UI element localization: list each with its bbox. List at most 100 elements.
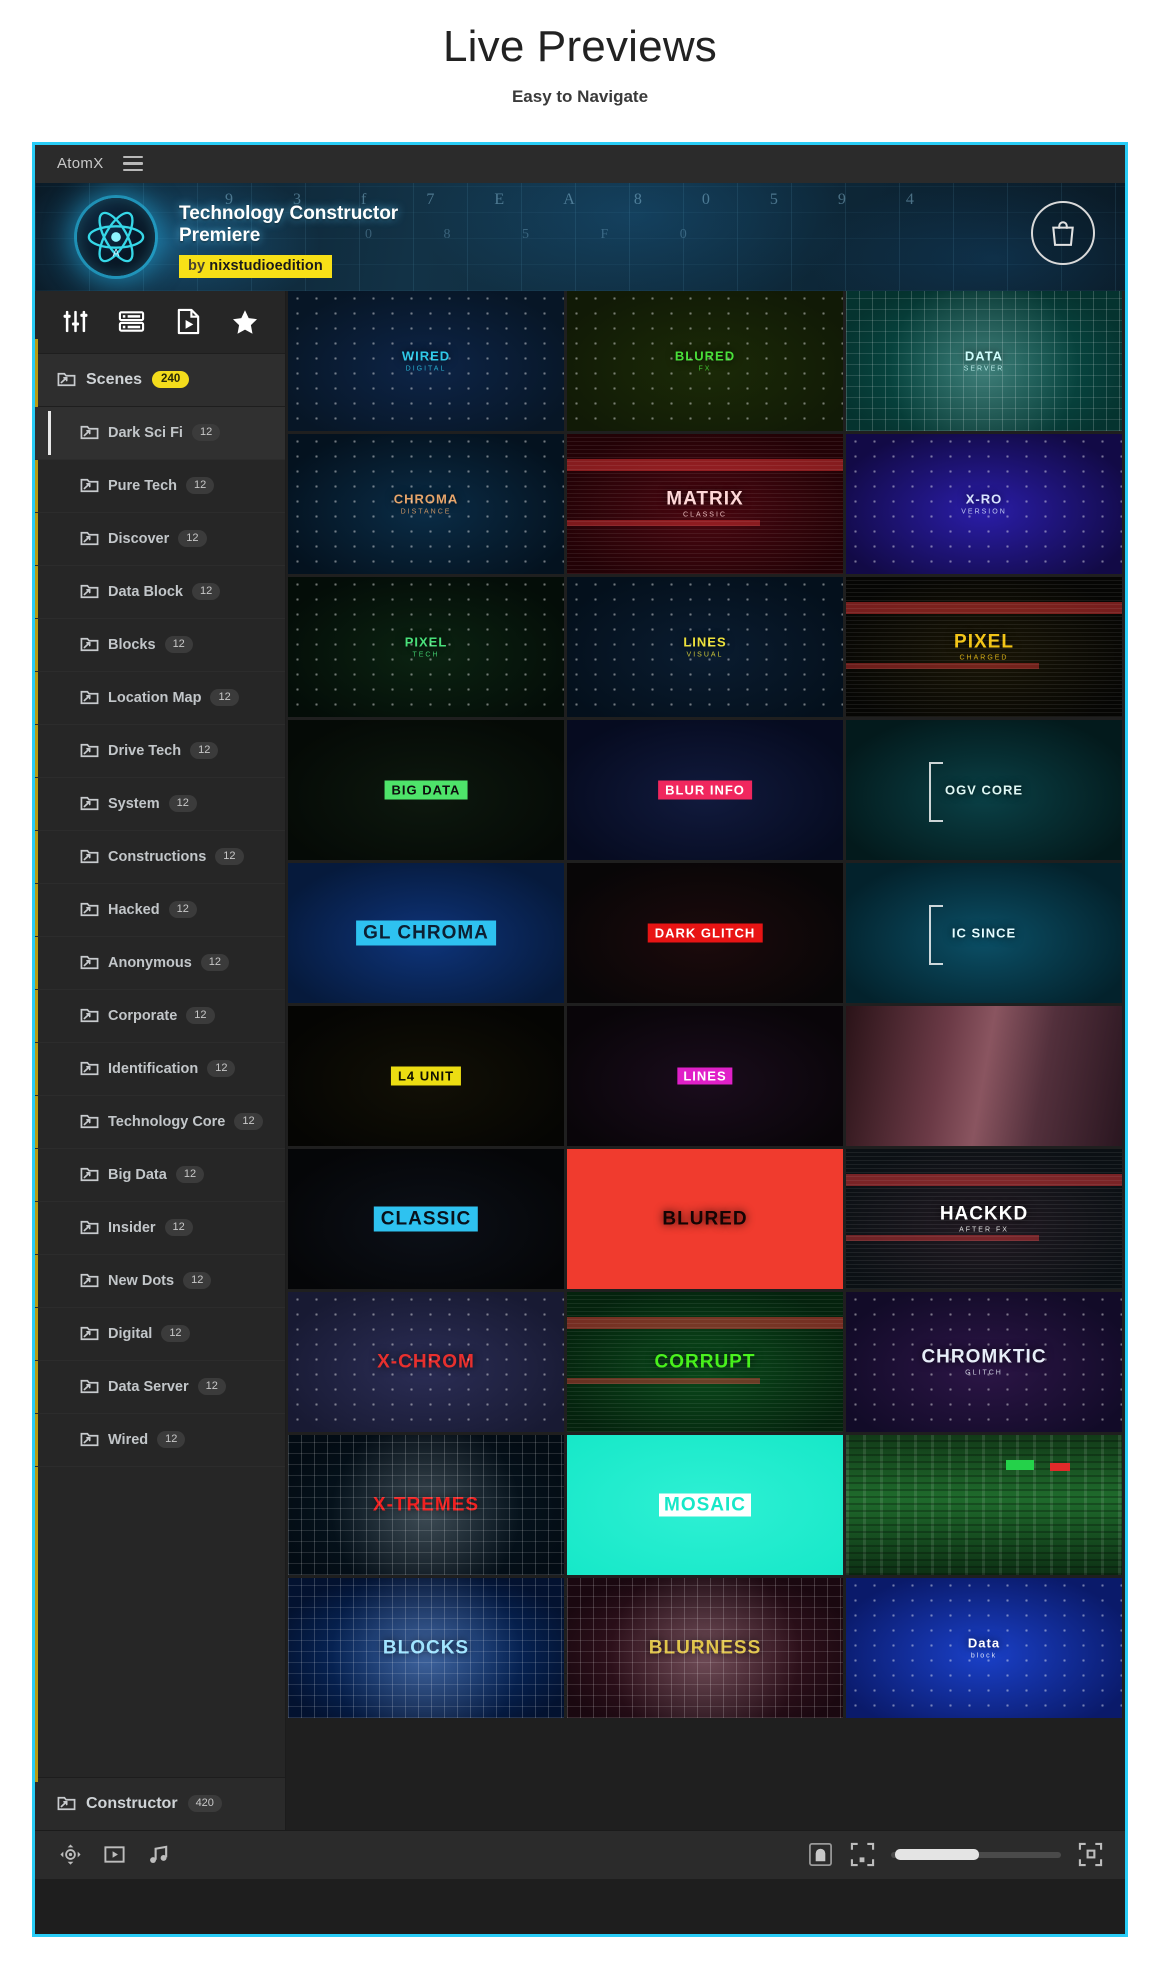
sidebar-item-constructions[interactable]: Constructions 12: [35, 831, 285, 884]
preview-thumbnail[interactable]: [846, 1434, 1122, 1575]
preview-thumbnail[interactable]: L4 UNIT: [288, 1005, 564, 1146]
page-header: Live Previews Easy to Navigate: [0, 0, 1160, 107]
preview-label: IC SINCE: [952, 926, 1016, 939]
sidebar-item-corporate[interactable]: Corporate 12: [35, 990, 285, 1043]
folder-share-icon: [80, 583, 99, 600]
category-label: Big Data: [108, 1166, 167, 1183]
hamburger-menu-icon[interactable]: [122, 155, 143, 172]
preview-thumbnail[interactable]: WIRED DIGITAL: [288, 290, 564, 431]
preview-thumbnail[interactable]: MOSAIC: [567, 1434, 843, 1575]
sidebar-item-system[interactable]: System 12: [35, 778, 285, 831]
thumbnail-size-slider[interactable]: [891, 1848, 1061, 1860]
preview-thumbnail[interactable]: BLUR INFO: [567, 719, 843, 860]
preview-label: HACKKD AFTER FX: [940, 1204, 1028, 1233]
preview-thumbnail[interactable]: IC SINCE: [846, 862, 1122, 1003]
preview-title: DATA: [964, 348, 1004, 364]
sidebar-item-blocks[interactable]: Blocks 12: [35, 619, 285, 672]
app-body: Scenes 240 Dark Sci Fi 12 Pure Tech 12 Disco…: [35, 290, 1125, 1830]
category-count-badge: 12: [190, 742, 219, 760]
sidebar-item-data-block[interactable]: Data Block 12: [35, 566, 285, 619]
play-box-icon[interactable]: [101, 1842, 127, 1868]
preview-thumbnail[interactable]: MATRIX CLASSIC: [567, 433, 843, 574]
preview-thumbnail[interactable]: X-CHROM: [288, 1291, 564, 1432]
preview-thumbnail[interactable]: OGV CORE: [846, 719, 1122, 860]
sidebar-item-anonymous[interactable]: Anonymous 12: [35, 937, 285, 990]
category-label: Identification: [108, 1060, 199, 1077]
preview-thumbnail[interactable]: PIXEL CHARGED: [846, 576, 1122, 717]
preview-thumbnail[interactable]: CORRUPT: [567, 1291, 843, 1432]
preview-title: HACKKD: [939, 1203, 1029, 1225]
grid-size-icon[interactable]: [1077, 1842, 1103, 1868]
preview-subtitle: FX: [698, 365, 712, 373]
sidebar-item-technology-core[interactable]: Technology Core 12: [35, 1096, 285, 1149]
sidebar-section-constructor[interactable]: Constructor 420: [35, 1776, 285, 1830]
preview-thumbnail[interactable]: CLASSIC: [288, 1148, 564, 1289]
category-label: Pure Tech: [108, 477, 178, 494]
sliders-icon[interactable]: [58, 305, 92, 339]
media-file-icon[interactable]: [171, 305, 205, 339]
preview-thumbnail[interactable]: Data block: [846, 1577, 1122, 1718]
bag-preview-icon[interactable]: [807, 1842, 833, 1868]
sidebar-item-data-server[interactable]: Data Server 12: [35, 1361, 285, 1414]
sidebar-item-hacked[interactable]: Hacked 12: [35, 884, 285, 937]
category-label: Constructions: [108, 848, 207, 865]
category-label: Insider: [108, 1219, 156, 1236]
preview-thumbnail[interactable]: BLURNESS: [567, 1577, 843, 1718]
preview-thumbnail[interactable]: GL CHROMA: [288, 862, 564, 1003]
sidebar-item-pure-tech[interactable]: Pure Tech 12: [35, 460, 285, 513]
category-label: Drive Tech: [108, 742, 182, 759]
preview-thumbnail[interactable]: HACKKD AFTER FX: [846, 1148, 1122, 1289]
author-badge-prefix: by: [188, 257, 206, 274]
sidebar-section-scenes[interactable]: Scenes 240: [35, 352, 285, 407]
sidebar-item-drive-tech[interactable]: Drive Tech 12: [35, 725, 285, 778]
sidebar-item-identification[interactable]: Identification 12: [35, 1043, 285, 1096]
category-count-badge: 12: [161, 1325, 190, 1343]
sidebar-item-wired[interactable]: Wired 12: [35, 1414, 285, 1467]
music-note-icon[interactable]: [145, 1842, 171, 1868]
preview-thumbnail[interactable]: BLOCKS: [288, 1577, 564, 1718]
shopping-bag-icon[interactable]: [1031, 200, 1095, 265]
preview-thumbnail[interactable]: LINES VISUAL: [567, 576, 843, 717]
preview-label: DARK GLITCH: [647, 923, 763, 943]
preview-thumbnail[interactable]: LINES: [567, 1005, 843, 1146]
author-badge[interactable]: by nixstudioedition: [179, 254, 332, 278]
preview-label: MATRIX CLASSIC: [666, 489, 743, 518]
sidebar-item-insider[interactable]: Insider 12: [35, 1202, 285, 1255]
preview-subtitle: VISUAL: [686, 651, 724, 659]
slider-handle[interactable]: [895, 1848, 979, 1860]
preview-thumbnail[interactable]: DARK GLITCH: [567, 862, 843, 1003]
preview-subtitle: CHARGED: [959, 654, 1009, 662]
preview-thumbnail[interactable]: CHROMA DISTANCE: [288, 433, 564, 574]
preview-thumbnail[interactable]: BLURED FX: [567, 290, 843, 431]
preview-thumbnail[interactable]: PIXEL TECH: [288, 576, 564, 717]
preview-thumbnail[interactable]: CHROMKTIC GLITCH: [846, 1291, 1122, 1432]
preview-thumbnail[interactable]: BIG DATA: [288, 719, 564, 860]
preview-label: OGV CORE: [945, 783, 1023, 796]
preview-label: Data block: [968, 1636, 1000, 1659]
sidebar-item-new-dots[interactable]: New Dots 12: [35, 1255, 285, 1308]
preview-label: PIXEL TECH: [405, 635, 448, 658]
sidebar-item-digital[interactable]: Digital 12: [35, 1308, 285, 1361]
preview-label: MOSAIC: [659, 1493, 751, 1517]
category-label: Wired: [108, 1431, 149, 1448]
preview-thumbnail[interactable]: [846, 1005, 1122, 1146]
sidebar-item-discover[interactable]: Discover 12: [35, 513, 285, 566]
preview-thumbnail[interactable]: X-RO VERSION: [846, 433, 1122, 574]
preview-thumbnail[interactable]: BLURED: [567, 1148, 843, 1289]
fit-to-frame-icon[interactable]: [849, 1842, 875, 1868]
sidebar-item-big-data[interactable]: Big Data 12: [35, 1149, 285, 1202]
preview-label: LINES VISUAL: [683, 635, 726, 658]
author-badge-name: nixstudioedition: [209, 257, 323, 274]
preview-title: X-RO: [965, 491, 1003, 507]
preview-thumbnail[interactable]: DATA SERVER: [846, 290, 1122, 431]
sidebar-item-location-map[interactable]: Location Map 12: [35, 672, 285, 725]
preview-thumbnail[interactable]: X-TREMES: [288, 1434, 564, 1575]
transform-icon[interactable]: [57, 1842, 83, 1868]
list-layout-icon[interactable]: [115, 305, 149, 339]
sidebar-item-dark-sci-fi[interactable]: Dark Sci Fi 12: [35, 406, 285, 460]
preview-subtitle: DIGITAL: [405, 365, 447, 373]
preview-title: CLASSIC: [373, 1206, 479, 1232]
star-icon[interactable]: [228, 305, 262, 339]
category-list: Dark Sci Fi 12 Pure Tech 12 Discover 12 Data B…: [35, 406, 285, 1777]
preview-grid-panel: WIRED DIGITAL BLURED FX DATA SERVER CHROMA DIST…: [286, 290, 1125, 1830]
